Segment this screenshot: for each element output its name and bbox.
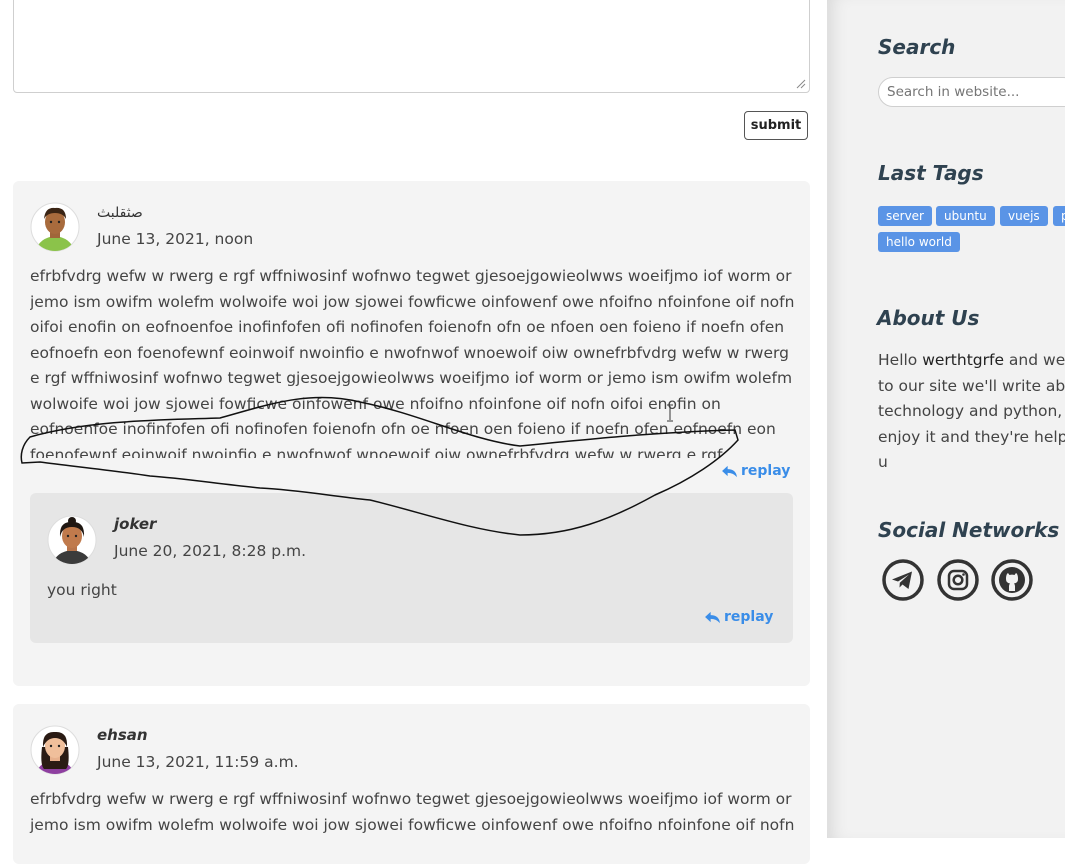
comment-card: صثقلبث June 13, 2021, noon efrbfvdrg wef… — [13, 181, 810, 686]
comment-text: efrbfvdrg wefw w rwerg e rgf wffniwosinf… — [30, 790, 795, 834]
avatar — [30, 202, 80, 252]
comment-author: ehsan — [97, 726, 148, 744]
comment-date: June 13, 2021, noon — [97, 230, 254, 248]
submit-button[interactable]: submit — [744, 111, 808, 140]
social-heading: Social Networks — [878, 518, 1060, 542]
sidebar: Search Last Tags server ubuntu vuejs p h… — [827, 0, 1065, 838]
about-text-rest: and wee to our site we'll write abo tech… — [878, 351, 1065, 471]
reply-card: joker June 20, 2021, 8:28 p.m. you right… — [30, 493, 793, 643]
reply-text: you right — [47, 581, 117, 599]
tag-p[interactable]: p — [1053, 206, 1065, 226]
comment-date: June 13, 2021, 11:59 a.m. — [97, 753, 299, 771]
resize-grip-icon[interactable] — [796, 79, 806, 89]
tag-server[interactable]: server — [878, 206, 932, 226]
tags-heading: Last Tags — [878, 161, 984, 185]
about-highlight: werthtgrfe — [922, 351, 1004, 369]
comment-text: efrbfvdrg wefw w rwerg e rgf wffniwosinf… — [30, 267, 795, 458]
comment-card: ehsan June 13, 2021, 11:59 a.m. efrbfvdr… — [13, 704, 810, 864]
avatar — [47, 515, 97, 565]
replay-button[interactable]: replay — [705, 609, 773, 625]
instagram-icon[interactable] — [936, 558, 980, 602]
tag-hello-world[interactable]: hello world — [878, 232, 960, 252]
main-column: submit صثقلبث June 13, 2021, noon efrbfv… — [0, 0, 827, 864]
comment-author: صثقلبث — [97, 205, 143, 221]
replay-label: replay — [724, 609, 774, 625]
reply-author: joker — [114, 515, 157, 533]
replay-button[interactable]: replay — [722, 463, 790, 479]
text-cursor-icon — [667, 404, 673, 422]
about-text-start: Hello — [878, 351, 923, 369]
about-heading: About Us — [877, 306, 980, 330]
reply-date: June 20, 2021, 8:28 p.m. — [114, 542, 307, 560]
telegram-icon[interactable] — [881, 558, 925, 602]
reply-icon — [722, 465, 737, 477]
comment-body-wrapper: efrbfvdrg wefw w rwerg e rgf wffniwosinf… — [30, 264, 795, 458]
comment-textarea[interactable] — [13, 0, 810, 93]
about-text: Hello werthtgrfe and wee to our site we'… — [878, 348, 1065, 476]
tag-vuejs[interactable]: vuejs — [1000, 206, 1048, 226]
search-input[interactable] — [878, 77, 1065, 107]
reply-icon — [705, 611, 720, 623]
search-heading: Search — [878, 35, 956, 59]
github-icon[interactable] — [990, 558, 1034, 602]
replay-label: replay — [741, 463, 791, 479]
avatar — [30, 725, 80, 775]
tag-ubuntu[interactable]: ubuntu — [936, 206, 995, 226]
